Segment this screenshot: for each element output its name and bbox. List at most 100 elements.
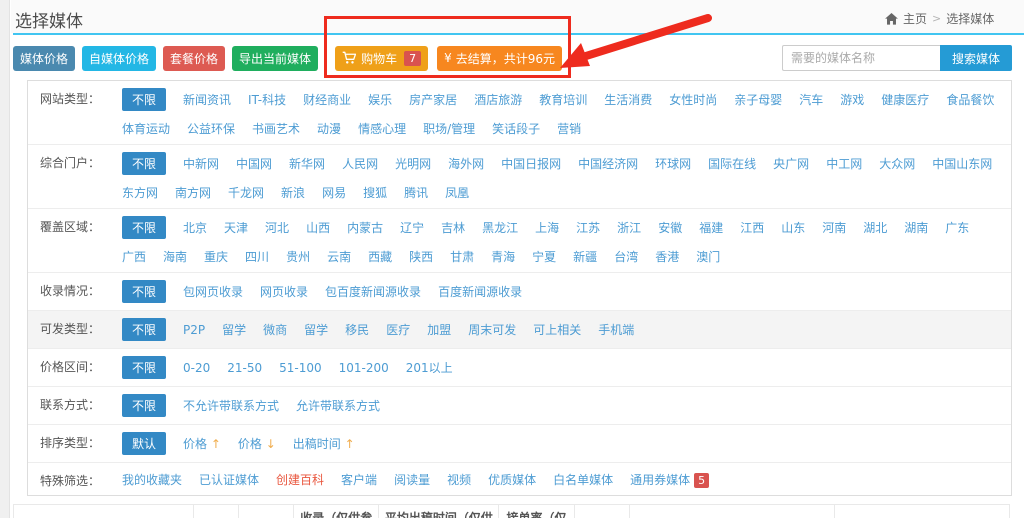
filter-option[interactable]: 职场/管理 <box>423 120 475 137</box>
filter-option[interactable]: P2P <box>183 323 205 337</box>
filter-option[interactable]: 网页收录 <box>260 283 308 300</box>
filter-option[interactable]: 食品餐饮 <box>946 91 994 108</box>
filter-option[interactable]: 福建 <box>699 219 723 236</box>
filter-option[interactable]: 百度新闻源收录 <box>438 283 522 300</box>
filter-option[interactable]: 汽车 <box>799 91 823 108</box>
filter-option[interactable]: 广西 <box>122 248 146 265</box>
export-current-media-button[interactable]: 导出当前媒体 <box>232 46 318 71</box>
filter-option[interactable]: 黑龙江 <box>482 219 518 236</box>
filter-option[interactable]: 香港 <box>655 248 679 265</box>
filter-option[interactable]: 国际在线 <box>708 155 756 172</box>
filter-option[interactable]: 腾讯 <box>404 184 428 201</box>
filter-option[interactable]: 江苏 <box>576 219 600 236</box>
filter-option[interactable]: 0-20 <box>183 361 210 375</box>
filter-option[interactable]: 中国山东网 <box>932 155 992 172</box>
filter-option[interactable]: 上海 <box>535 219 559 236</box>
filter-option[interactable]: 财经商业 <box>303 91 351 108</box>
filter-option[interactable]: 101-200 <box>339 361 389 375</box>
filter-option[interactable]: 周末可发 <box>468 321 516 338</box>
filter-option[interactable]: 健康医疗 <box>881 91 929 108</box>
filter-option[interactable]: 千龙网 <box>228 184 264 201</box>
filter-selected-chip[interactable]: 不限 <box>122 216 166 239</box>
filter-option[interactable]: 教育培训 <box>539 91 587 108</box>
filter-option[interactable]: 价格 ↓ <box>238 435 276 452</box>
filter-option[interactable]: 陕西 <box>409 248 433 265</box>
filter-option[interactable]: 江西 <box>740 219 764 236</box>
filter-option[interactable]: 吉林 <box>441 219 465 236</box>
filter-option[interactable]: 房产家居 <box>409 91 457 108</box>
filter-option[interactable]: 中国网 <box>236 155 272 172</box>
filter-option[interactable]: 新华网 <box>289 155 325 172</box>
filter-option[interactable]: 河北 <box>265 219 289 236</box>
filter-selected-chip[interactable]: 不限 <box>122 88 166 111</box>
filter-option[interactable]: 体育运动 <box>122 120 170 137</box>
filter-option[interactable]: 书画艺术 <box>252 120 300 137</box>
filter-selected-chip[interactable]: 不限 <box>122 152 166 175</box>
filter-option[interactable]: 中国日报网 <box>501 155 561 172</box>
filter-option[interactable]: 东方网 <box>122 184 158 201</box>
filter-option[interactable]: 大众网 <box>879 155 915 172</box>
filter-option[interactable]: 手机端 <box>598 321 634 338</box>
breadcrumb-home[interactable]: 主页 <box>903 10 927 27</box>
filter-selected-chip[interactable]: 默认 <box>122 432 166 455</box>
filter-option[interactable]: 新闻资讯 <box>183 91 231 108</box>
filter-option[interactable]: 酒店旅游 <box>474 91 522 108</box>
filter-option[interactable]: 21-50 <box>227 361 262 375</box>
filter-option[interactable]: 游戏 <box>840 91 864 108</box>
filter-option[interactable]: 内蒙古 <box>347 219 383 236</box>
filter-option[interactable]: 我的收藏夹 <box>122 471 182 488</box>
filter-option[interactable]: 人民网 <box>342 155 378 172</box>
filter-option[interactable]: 已认证媒体 <box>199 471 259 488</box>
filter-option[interactable]: 娱乐 <box>368 91 392 108</box>
filter-option[interactable]: 贵州 <box>286 248 310 265</box>
filter-option[interactable]: 视频 <box>447 471 471 488</box>
filter-option[interactable]: 允许带联系方式 <box>296 397 380 414</box>
filter-option[interactable]: 搜狐 <box>363 184 387 201</box>
filter-option[interactable]: 包百度新闻源收录 <box>325 283 421 300</box>
filter-option[interactable]: 包网页收录 <box>183 283 243 300</box>
filter-option[interactable]: 女性时尚 <box>669 91 717 108</box>
filter-selected-chip[interactable]: 不限 <box>122 394 166 417</box>
filter-option[interactable]: 价格 ↑ <box>183 435 221 452</box>
filter-option[interactable]: 宁夏 <box>532 248 556 265</box>
package-price-button[interactable]: 套餐价格 <box>163 46 225 71</box>
filter-selected-chip[interactable]: 不限 <box>122 356 166 379</box>
filter-option[interactable]: 澳门 <box>696 248 720 265</box>
filter-option[interactable]: 光明网 <box>395 155 431 172</box>
filter-option[interactable]: 广东 <box>945 219 969 236</box>
filter-option[interactable]: 51-100 <box>279 361 322 375</box>
filter-option[interactable]: 天津 <box>224 219 248 236</box>
filter-option[interactable]: 加盟 <box>427 321 451 338</box>
filter-option[interactable]: 青海 <box>491 248 515 265</box>
filter-option[interactable]: 新疆 <box>573 248 597 265</box>
filter-option[interactable]: 中新网 <box>183 155 219 172</box>
filter-option[interactable]: 201以上 <box>406 359 453 376</box>
media-price-button[interactable]: 媒体价格 <box>13 46 75 71</box>
filter-option[interactable]: 四川 <box>245 248 269 265</box>
filter-option[interactable]: 医疗 <box>386 321 410 338</box>
filter-option[interactable]: 重庆 <box>204 248 228 265</box>
filter-option[interactable]: 新浪 <box>281 184 305 201</box>
filter-option[interactable]: 凤凰 <box>445 184 469 201</box>
filter-option[interactable]: 网易 <box>322 184 346 201</box>
self-media-price-button[interactable]: 自媒体价格 <box>82 46 156 71</box>
search-button[interactable]: 搜索媒体 <box>940 45 1012 71</box>
filter-option[interactable]: 台湾 <box>614 248 638 265</box>
filter-option[interactable]: 客户端 <box>341 471 377 488</box>
filter-option[interactable]: 浙江 <box>617 219 641 236</box>
filter-option[interactable]: 海南 <box>163 248 187 265</box>
filter-option[interactable]: 湖北 <box>863 219 887 236</box>
filter-option[interactable]: 中国经济网 <box>578 155 638 172</box>
filter-option[interactable]: 阅读量 <box>394 471 430 488</box>
filter-option[interactable]: 山东 <box>781 219 805 236</box>
checkout-button[interactable]: ¥ 去结算，共计96元 <box>437 46 562 71</box>
filter-option[interactable]: 优质媒体 <box>488 471 536 488</box>
search-input[interactable] <box>782 45 940 71</box>
filter-option[interactable]: 南方网 <box>175 184 211 201</box>
filter-option[interactable]: 环球网 <box>655 155 691 172</box>
filter-option[interactable]: 白名单媒体 <box>553 471 613 488</box>
filter-option[interactable]: 河南 <box>822 219 846 236</box>
filter-option[interactable]: 亲子母婴 <box>734 91 782 108</box>
filter-option[interactable]: 留学 <box>304 321 328 338</box>
filter-option[interactable]: 海外网 <box>448 155 484 172</box>
